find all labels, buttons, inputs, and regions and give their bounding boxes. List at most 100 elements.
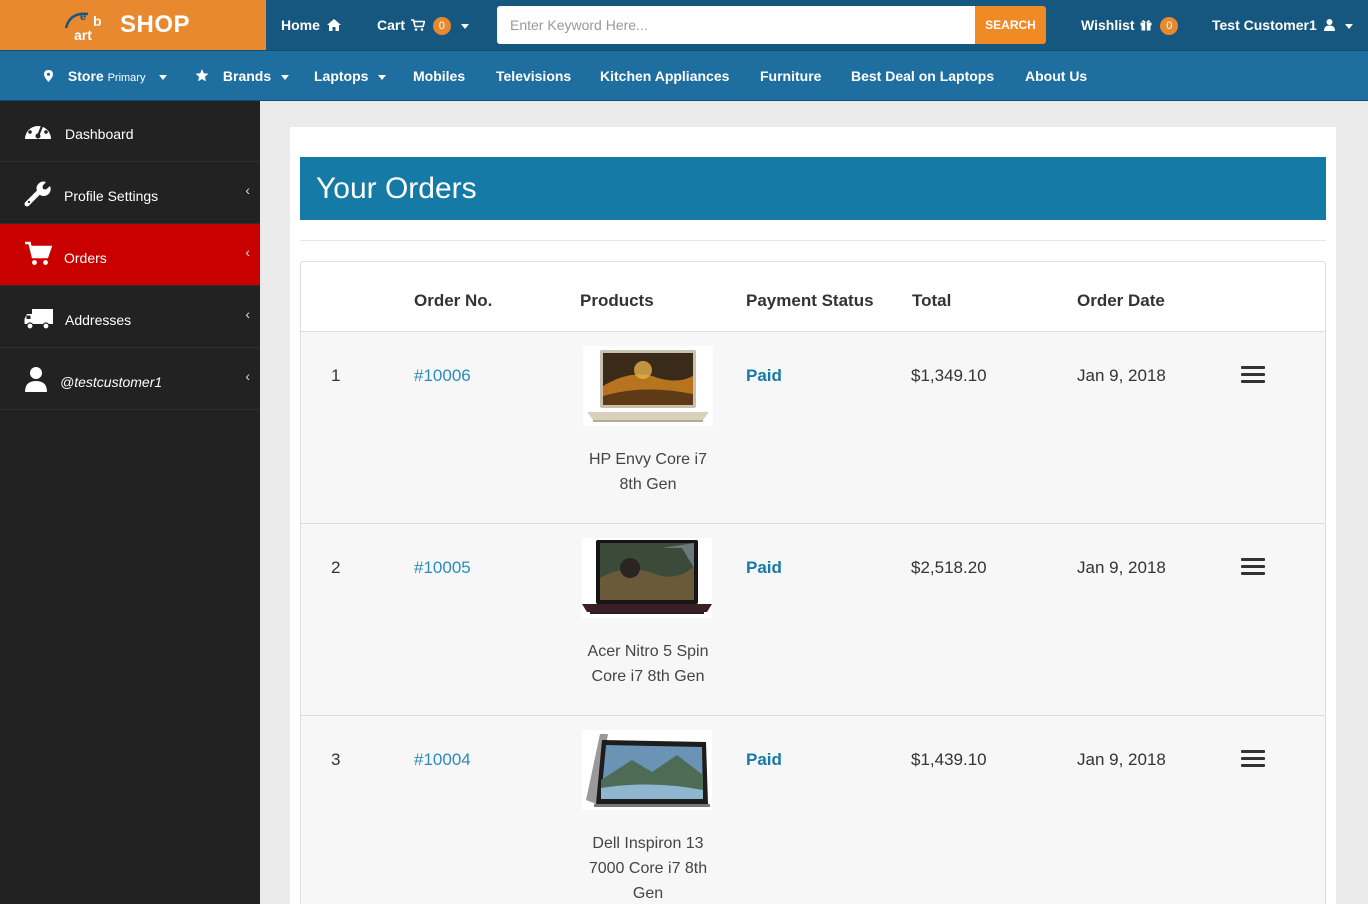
nav-store-label: Store (67, 68, 104, 84)
chevron-left-icon: ‹ (245, 244, 250, 260)
cart-icon (25, 241, 52, 265)
nav-laptops-label: Laptops (314, 68, 369, 84)
nav-wishlist[interactable]: Wishlist 0 (1081, 0, 1179, 50)
product-name-line: 7000 Core i7 8th (588, 860, 708, 877)
chevron-down-icon (281, 74, 290, 80)
product-image[interactable] (582, 730, 712, 810)
chevron-left-icon: ‹ (245, 182, 250, 198)
product-name-line: Acer Nitro 5 Spin (587, 643, 709, 660)
order-number-link[interactable]: #10006 (414, 366, 471, 386)
sidebar-item-label: Orders (64, 250, 107, 266)
chevron-down-icon (159, 74, 168, 80)
payment-status: Paid (746, 558, 782, 577)
nav-brands[interactable]: Brands (195, 51, 290, 101)
search-button[interactable]: SEARCH (975, 6, 1046, 44)
nav-store[interactable]: Store Primary (44, 51, 168, 101)
sidebar-item-label: Addresses (65, 312, 132, 328)
product-image[interactable] (583, 346, 713, 426)
column-header-products: Products (580, 291, 654, 310)
logo-letter: art (74, 27, 92, 42)
sidebar: Dashboard Profile Settings ‹ Orders ‹ Ad… (0, 101, 260, 904)
nav-about-us[interactable]: About Us (1025, 51, 1087, 101)
user-icon (25, 367, 47, 392)
divider (300, 240, 1326, 241)
sidebar-item-label: Profile Settings (64, 188, 159, 204)
order-date: Jan 9, 2018 (1077, 750, 1166, 769)
row-index: 2 (331, 558, 341, 577)
product-name: Dell Inspiron 13 7000 Core i7 8th Gen (569, 831, 727, 904)
menu-icon[interactable] (1241, 366, 1265, 386)
nav-mobiles[interactable]: Mobiles (413, 51, 465, 101)
menu-icon[interactable] (1241, 750, 1265, 770)
sidebar-item-profile-settings[interactable]: Profile Settings ‹ (0, 162, 260, 224)
product-name: Acer Nitro 5 Spin Core i7 8th Gen (569, 639, 727, 689)
sidebar-item-label: @testcustomer1 (60, 374, 163, 390)
row-index: 3 (331, 750, 341, 769)
category-nav: Store Primary Brands Laptops Mobiles Tel… (0, 50, 1368, 101)
payment-status: Paid (746, 366, 782, 385)
sidebar-item-orders[interactable]: Orders ‹ (0, 224, 260, 286)
order-number-link[interactable]: #10004 (414, 750, 471, 770)
product-image[interactable] (582, 538, 712, 618)
logo-letter: b (93, 13, 102, 29)
chevron-down-icon (378, 74, 387, 80)
orders-table: Order No. Products Payment Status Total … (300, 261, 1326, 904)
user-icon (1323, 19, 1335, 31)
nav-wishlist-label: Wishlist (1081, 17, 1135, 33)
truck-icon (24, 309, 53, 330)
brand-logo[interactable]: e b art SHOP (0, 0, 266, 50)
nav-cart[interactable]: Cart 0 (377, 0, 469, 50)
product-name-line: 8th Gen (619, 476, 677, 493)
column-header-payment-status: Payment Status (746, 291, 874, 310)
sidebar-item-label: Dashboard (65, 126, 134, 142)
nav-laptops[interactable]: Laptops (314, 51, 387, 101)
chevron-down-icon (1344, 23, 1353, 29)
main-content: Your Orders Order No. Products Payment S… (290, 127, 1336, 904)
column-header-order-no: Order No. (414, 291, 493, 310)
logo-mark-icon: e b art (64, 11, 102, 42)
nav-televisions[interactable]: Televisions (496, 51, 571, 101)
top-bar: e b art SHOP Home Cart 0 SEARCH Wishlist… (0, 0, 1368, 50)
order-number-link[interactable]: #10005 (414, 558, 471, 578)
nav-cart-label: Cart (377, 17, 406, 33)
star-icon (195, 69, 209, 82)
product-name-line: Dell Inspiron 13 (592, 835, 704, 852)
user-name: Test Customer1 (1212, 17, 1317, 33)
table-row: 3 #10004 Dell Inspiron 13 7000 Core i7 8… (301, 715, 1325, 904)
nav-brands-label: Brands (222, 68, 272, 84)
sidebar-item-user[interactable]: @testcustomer1 ‹ (0, 348, 260, 410)
nav-home-label: Home (281, 17, 320, 33)
page-title: Your Orders (300, 157, 1326, 220)
nav-furniture[interactable]: Furniture (760, 51, 821, 101)
gift-icon (1140, 20, 1152, 31)
cart-icon (410, 19, 426, 31)
product-name-line: HP Envy Core i7 (589, 451, 707, 468)
column-header-total: Total (912, 291, 952, 310)
user-menu[interactable]: Test Customer1 (1212, 0, 1353, 50)
sidebar-item-addresses[interactable]: Addresses ‹ (0, 286, 260, 348)
cart-count-badge: 0 (432, 17, 451, 36)
menu-icon[interactable] (1241, 558, 1265, 578)
search-input[interactable] (497, 6, 975, 44)
product-name-line: Core i7 8th Gen (591, 668, 705, 685)
product-name: HP Envy Core i7 8th Gen (569, 447, 727, 497)
table-row: 1 #10006 HP Envy Core i7 8th Gen Paid $1… (301, 331, 1325, 523)
chevron-left-icon: ‹ (245, 306, 250, 322)
nav-kitchen-appliances[interactable]: Kitchen Appliances (600, 51, 729, 101)
wishlist-count-badge: 0 (1160, 17, 1179, 36)
order-total: $2,518.20 (911, 558, 987, 577)
dashboard-icon (25, 120, 51, 139)
map-marker-icon (44, 70, 53, 82)
nav-best-deal[interactable]: Best Deal on Laptops (851, 51, 994, 101)
row-index: 1 (331, 366, 341, 385)
nav-store-sub: Primary (107, 72, 146, 84)
brand-name: SHOP (120, 11, 191, 38)
column-header-order-date: Order Date (1077, 291, 1165, 310)
order-total: $1,349.10 (911, 366, 987, 385)
sidebar-item-dashboard[interactable]: Dashboard (0, 101, 260, 162)
wrench-icon (24, 181, 51, 207)
chevron-left-icon: ‹ (245, 368, 250, 384)
nav-home[interactable]: Home (281, 0, 341, 50)
table-row: 2 #10005 Acer Nitro 5 Spin Core i7 8th G… (301, 523, 1325, 715)
order-date: Jan 9, 2018 (1077, 558, 1166, 577)
